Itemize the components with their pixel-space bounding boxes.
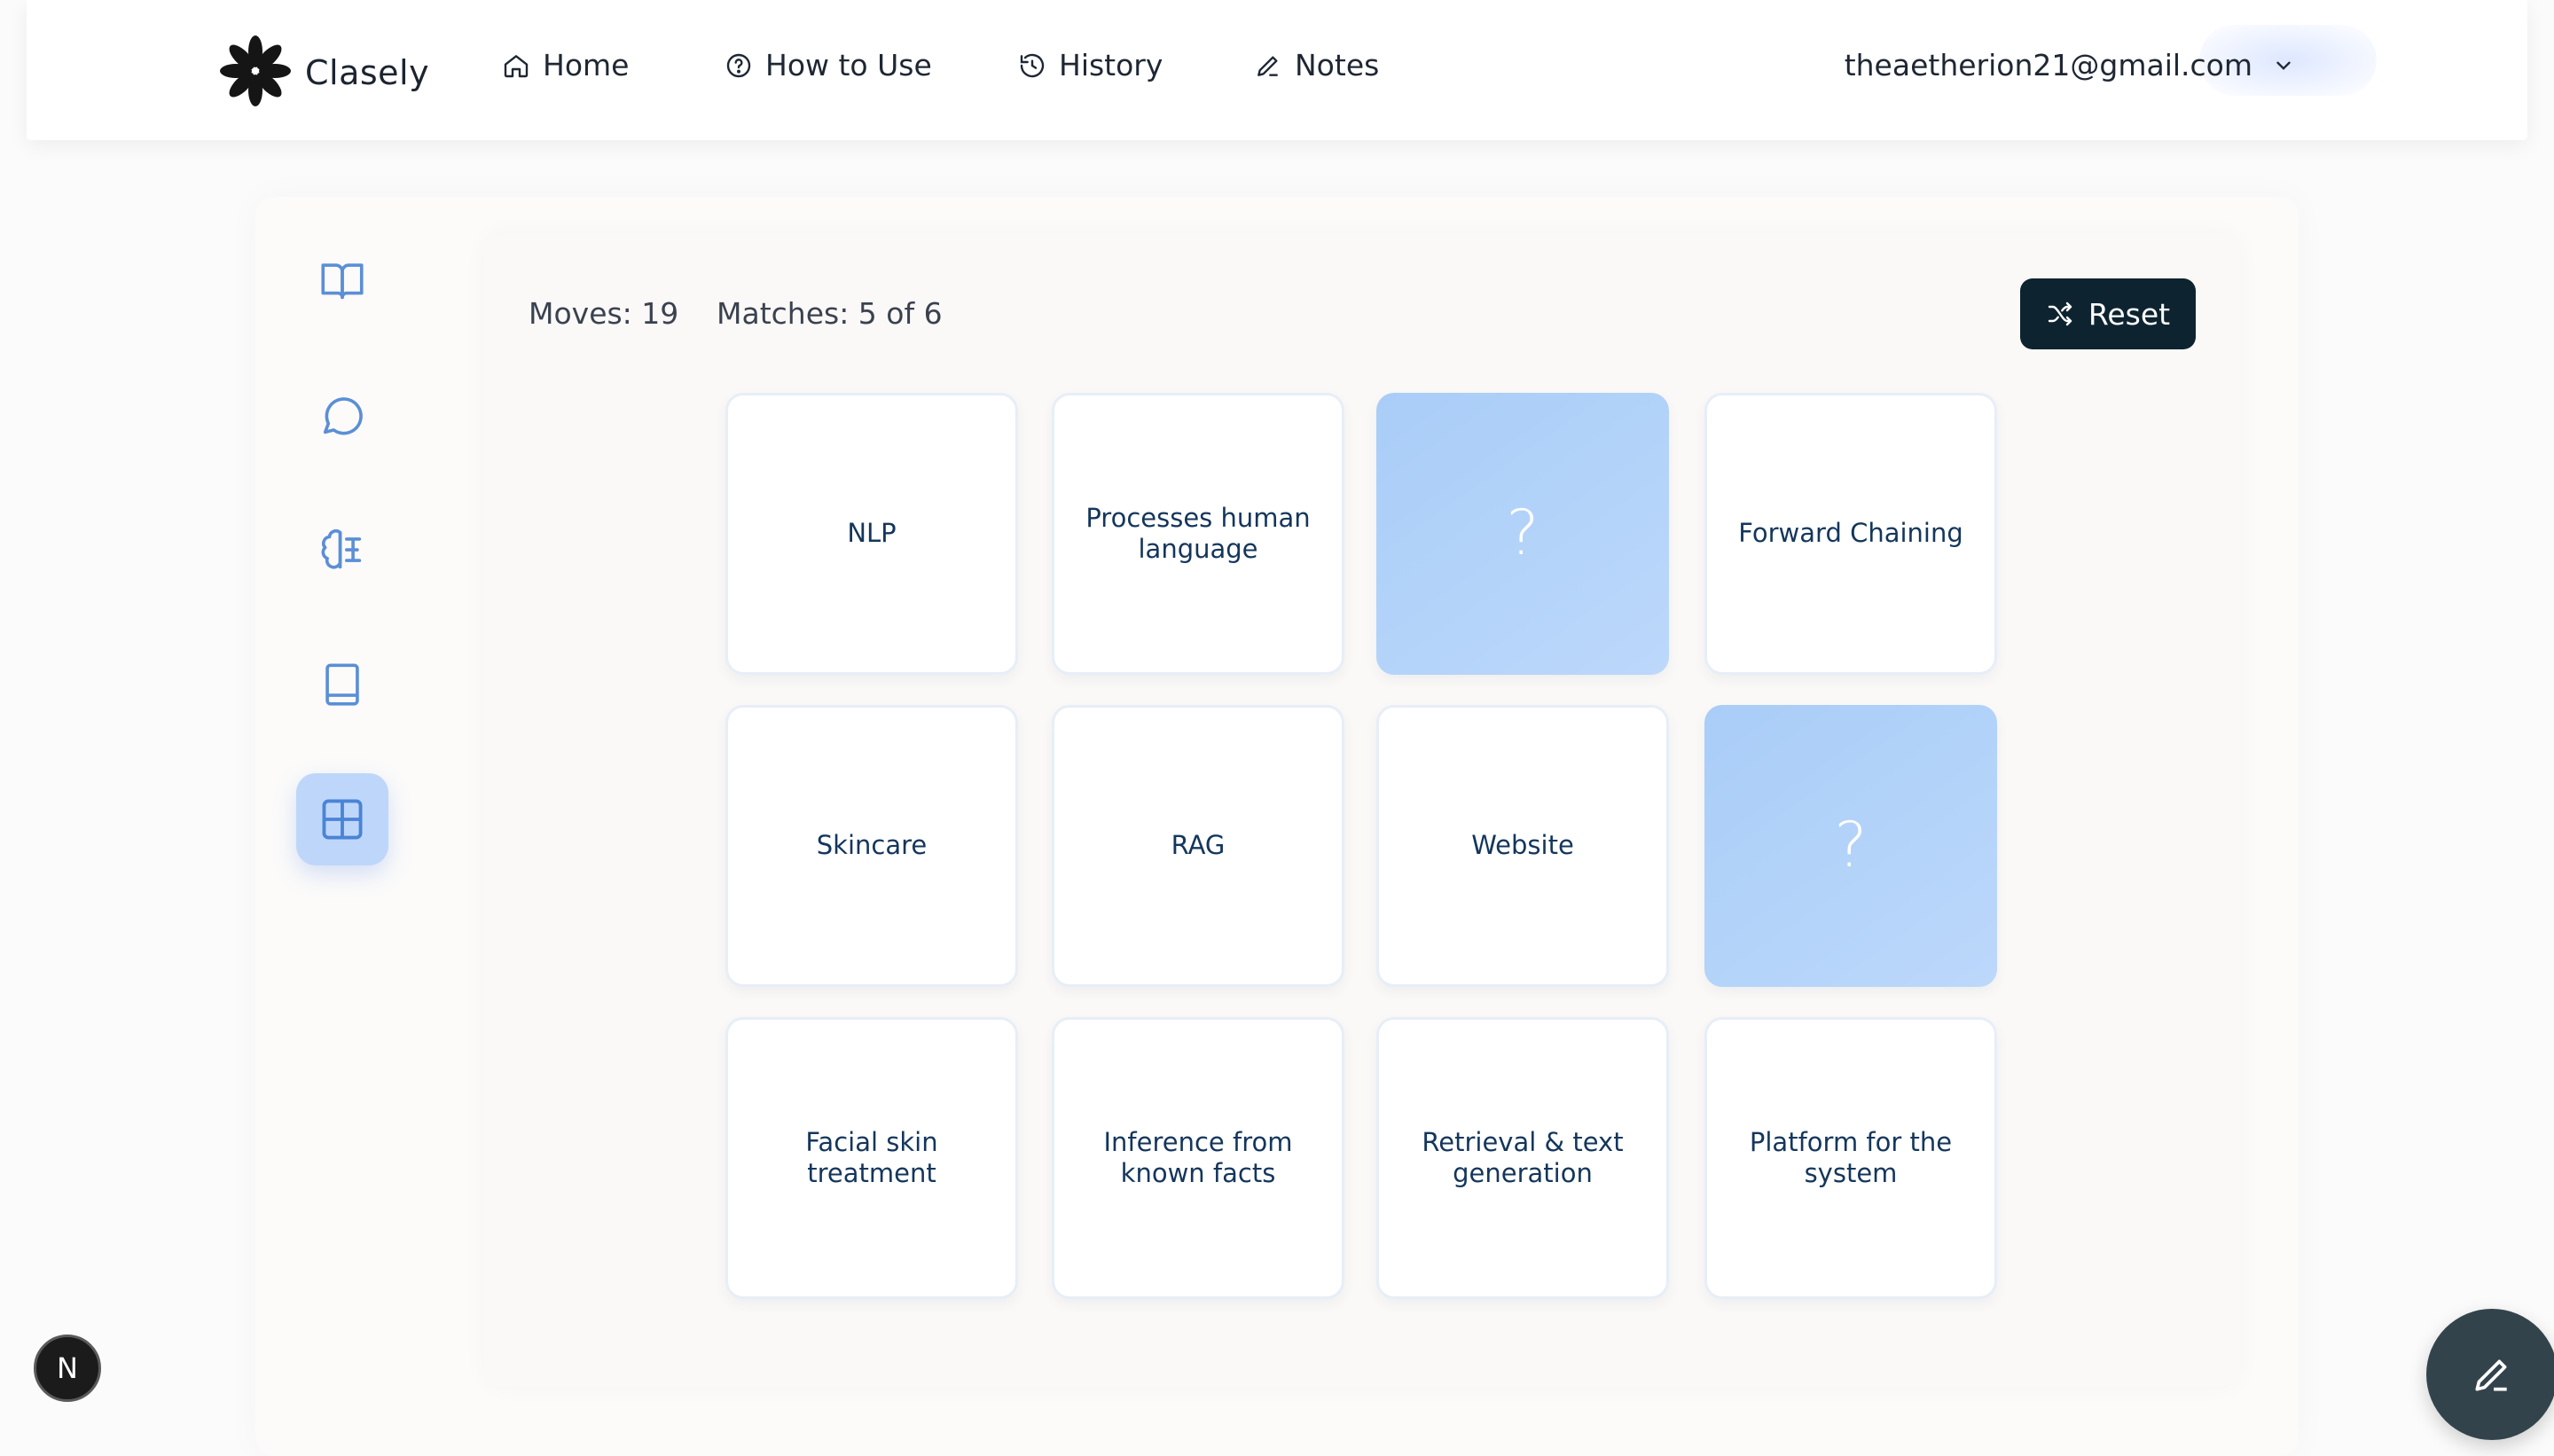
- sidebar-item-matching-game[interactable]: [296, 773, 388, 865]
- user-menu[interactable]: theaetherion21@gmail.com: [1845, 48, 2295, 82]
- match-card[interactable]: Processes human language: [1052, 393, 1344, 675]
- help-circle-icon: [726, 53, 751, 77]
- notes-fab-button[interactable]: [2426, 1309, 2554, 1440]
- brain-icon: [321, 529, 362, 569]
- match-card[interactable]: Facial skin treatment: [725, 1017, 1018, 1299]
- matches-counter: Matches: 5 of 6: [717, 296, 943, 331]
- sidebar-item-reading[interactable]: [296, 234, 388, 326]
- devtools-badge[interactable]: N: [34, 1335, 101, 1402]
- history-icon: [1020, 53, 1045, 77]
- user-email: theaetherion21@gmail.com: [1844, 48, 2252, 82]
- match-card[interactable]: Forward Chaining: [1704, 393, 1997, 675]
- nav-how-to-use[interactable]: How to Use: [725, 48, 932, 82]
- home-icon: [504, 54, 529, 77]
- moves-counter: Moves: 19: [529, 296, 679, 331]
- logo-icon: [220, 35, 291, 110]
- nav-history-label: History: [1059, 48, 1163, 82]
- nav-history[interactable]: History: [1018, 48, 1163, 82]
- match-card[interactable]: Inference from known facts: [1052, 1017, 1344, 1299]
- reset-label: Reset: [2088, 296, 2171, 332]
- book-icon: [325, 663, 359, 706]
- match-card[interactable]: Platform for the system: [1704, 1017, 1997, 1299]
- shuffle-icon: [2048, 301, 2072, 326]
- pencil-icon: [2475, 1359, 2507, 1391]
- reset-button[interactable]: Reset: [2020, 278, 2196, 349]
- app-logo[interactable]: Clasely: [220, 35, 429, 110]
- nav-how-to-use-label: How to Use: [765, 48, 932, 82]
- grid-icon: [322, 799, 363, 840]
- app-name: Clasely: [305, 53, 430, 92]
- sidebar-item-brain[interactable]: [296, 504, 388, 596]
- top-navbar: Clasely Home How to Use History Notes th…: [27, 0, 2527, 140]
- chevron-down-icon: [2276, 61, 2291, 70]
- match-card[interactable]: RAG: [1052, 705, 1344, 987]
- match-card[interactable]: Website: [1376, 705, 1669, 987]
- nav-home[interactable]: Home: [502, 48, 629, 82]
- nav-notes[interactable]: Notes: [1254, 48, 1379, 82]
- sidebar-item-chat[interactable]: [296, 369, 388, 461]
- nav-home-label: Home: [543, 48, 630, 82]
- book-open-icon: [321, 263, 364, 300]
- sidebar-item-notebook[interactable]: [296, 638, 388, 731]
- match-card[interactable]: NLP: [725, 393, 1018, 675]
- pencil-icon: [1257, 55, 1278, 76]
- match-card[interactable]: Skincare: [725, 705, 1018, 987]
- match-card[interactable]: Retrieval & text generation: [1376, 1017, 1669, 1299]
- match-card-hidden[interactable]: ?: [1376, 393, 1669, 675]
- chat-bubble-icon: [323, 397, 363, 435]
- nav-notes-label: Notes: [1295, 48, 1380, 82]
- match-card-hidden[interactable]: ?: [1704, 705, 1997, 987]
